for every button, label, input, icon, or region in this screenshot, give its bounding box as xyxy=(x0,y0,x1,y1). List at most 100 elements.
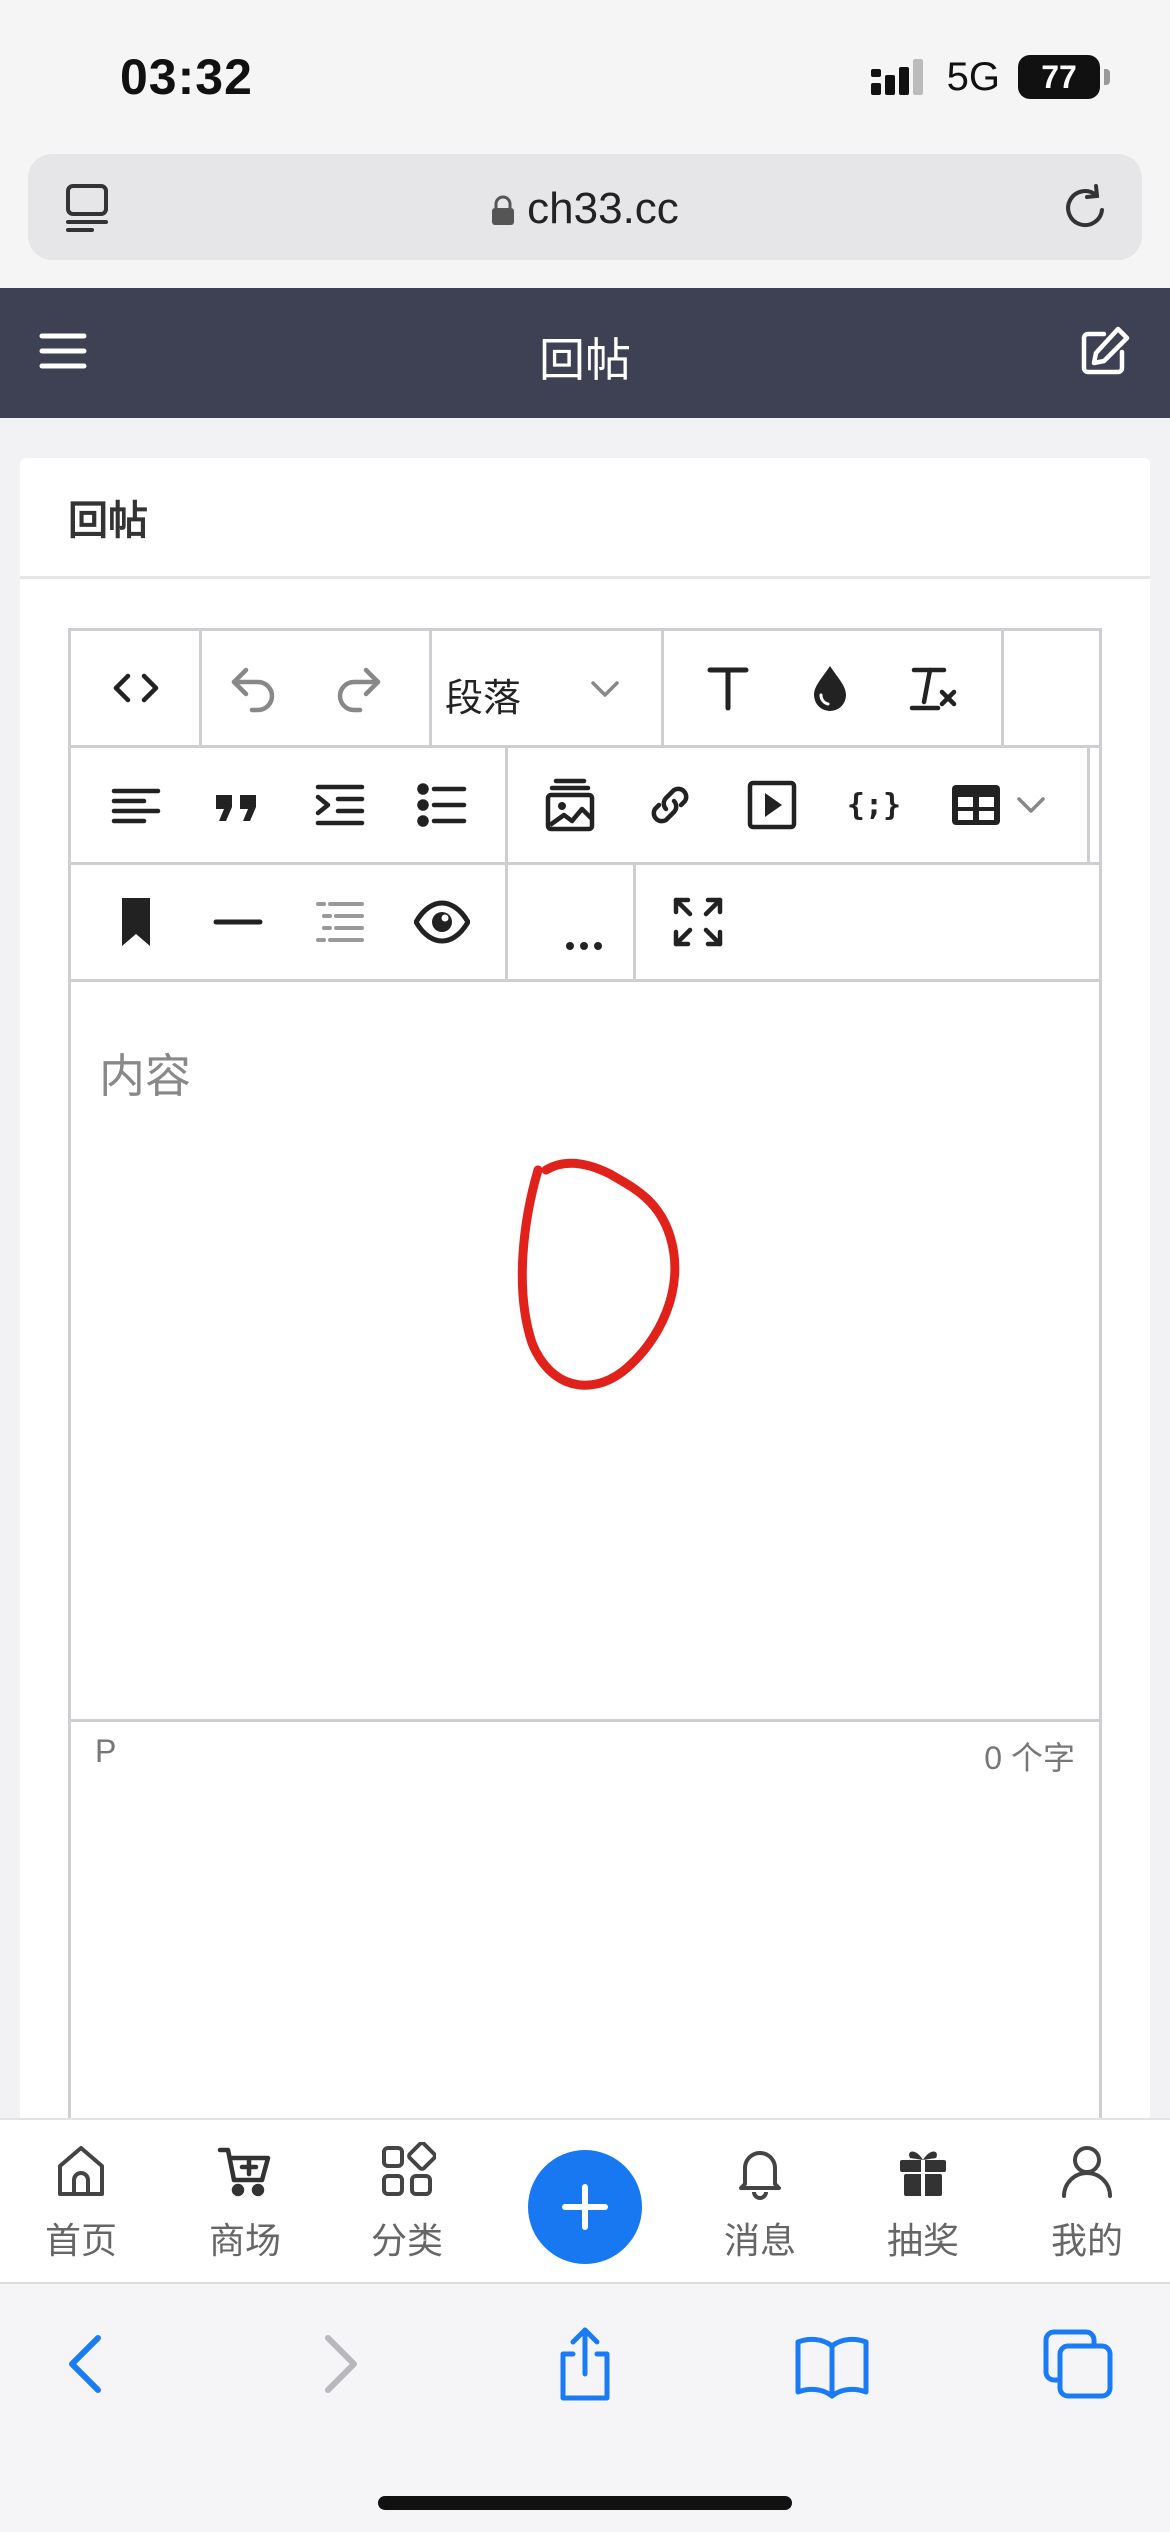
more-button[interactable] xyxy=(553,891,615,953)
insert-code-button[interactable]: {;} xyxy=(843,774,905,836)
redo-button[interactable] xyxy=(327,657,389,719)
category-icon xyxy=(382,2142,436,2196)
block-format-label: 段落 xyxy=(445,678,522,720)
tabs-button[interactable] xyxy=(1038,2324,1118,2404)
back-button[interactable] xyxy=(48,2324,128,2404)
address-bar[interactable]: ch33.cc xyxy=(28,154,1142,260)
code-icon xyxy=(113,673,159,703)
nav-item-mall[interactable]: 商场 xyxy=(180,2142,310,2272)
network-label: 5G xyxy=(946,54,1000,99)
chevron-left-icon xyxy=(69,2335,101,2393)
nav-item-lottery[interactable]: 抽奖 xyxy=(858,2142,988,2272)
clear-format-button[interactable] xyxy=(901,657,963,719)
toolbar-row: {;} xyxy=(71,748,1099,865)
element-path: P xyxy=(95,1733,117,1769)
undo-button[interactable] xyxy=(223,657,285,719)
browser-toolbar xyxy=(0,2282,1170,2532)
table-options-button[interactable] xyxy=(1011,774,1051,836)
editor-content-area[interactable]: 内容 xyxy=(71,982,1099,2072)
redo-icon xyxy=(337,667,381,713)
bookmark-icon xyxy=(122,898,150,946)
toolbar-separator xyxy=(505,748,508,865)
rich-text-editor: 段落 {;} 内容 P 0 个字 xyxy=(68,628,1102,2128)
share-icon xyxy=(560,2327,610,2401)
indent-icon xyxy=(315,784,365,826)
nav-item-home[interactable]: 首页 xyxy=(16,2142,146,2272)
status-indicators: 5G 77 xyxy=(870,52,1110,102)
table-icon xyxy=(952,785,1000,825)
browser-address-area: ch33.cc xyxy=(0,150,1170,288)
toolbar-row: 段落 xyxy=(71,631,1099,748)
align-left-icon xyxy=(111,788,161,824)
font-icon xyxy=(707,667,749,711)
horizontal-line-icon xyxy=(213,919,263,925)
insert-link-button[interactable] xyxy=(639,774,701,836)
nav-label: 消息 xyxy=(723,2220,796,2261)
bell-icon xyxy=(739,2151,781,2200)
nav-label: 我的 xyxy=(1050,2220,1123,2261)
card-title: 回帖 xyxy=(68,499,148,543)
eye-icon xyxy=(414,900,470,944)
preview-button[interactable] xyxy=(411,891,473,953)
tabs-icon xyxy=(1043,2329,1113,2399)
horizontal-rule-button[interactable] xyxy=(207,891,269,953)
battery-indicator: 77 xyxy=(1018,55,1110,99)
bookmarks-button[interactable] xyxy=(792,2324,872,2404)
url-text: ch33.cc xyxy=(527,184,679,233)
word-count: 0 个字 xyxy=(984,1740,1075,1776)
nav-label: 商场 xyxy=(208,2220,281,2261)
code-block-icon: {;} xyxy=(847,788,901,823)
signal-icon xyxy=(870,59,923,95)
home-icon xyxy=(58,2146,104,2196)
block-format-select[interactable]: 段落 xyxy=(441,655,621,721)
nav-label: 首页 xyxy=(44,2220,117,2261)
chevron-down-icon xyxy=(591,681,619,697)
edit-icon[interactable] xyxy=(1078,324,1132,378)
insert-table-button[interactable] xyxy=(945,774,1007,836)
content-placeholder: 内容 xyxy=(99,1050,191,1102)
nav-item-profile[interactable]: 我的 xyxy=(1022,2142,1152,2272)
toolbar-separator xyxy=(633,865,636,982)
forward-button[interactable] xyxy=(298,2324,378,2404)
indent-button[interactable] xyxy=(309,774,371,836)
text-style-button[interactable] xyxy=(697,657,759,719)
toolbar-row xyxy=(71,865,1099,982)
chevron-right-icon xyxy=(325,2335,357,2393)
editor-statusbar-divider xyxy=(71,1719,1099,1722)
fullscreen-icon xyxy=(673,897,723,947)
clear-format-icon xyxy=(909,667,957,711)
home-indicator xyxy=(378,2496,792,2510)
bookmark-button[interactable] xyxy=(105,891,167,953)
app-header: 回帖 xyxy=(0,288,1170,418)
nav-item-messages[interactable]: 消息 xyxy=(695,2142,825,2272)
lock-icon xyxy=(492,195,515,225)
bullet-list-button[interactable] xyxy=(411,774,473,836)
toolbar-separator xyxy=(1087,748,1090,865)
image-icon xyxy=(545,778,595,832)
divider xyxy=(20,576,1150,579)
color-drop-icon xyxy=(814,666,846,711)
blockquote-button[interactable] xyxy=(207,774,269,836)
bottom-navigation: 首页 商场 分类 消息 抽奖 我的 xyxy=(0,2118,1170,2282)
align-button[interactable] xyxy=(105,774,167,836)
reload-icon[interactable] xyxy=(1060,182,1112,234)
toc-icon xyxy=(316,902,364,942)
nav-item-category[interactable]: 分类 xyxy=(342,2142,472,2272)
share-button[interactable] xyxy=(545,2324,625,2404)
create-post-button[interactable] xyxy=(528,2150,642,2264)
undo-icon xyxy=(231,667,275,713)
code-view-button[interactable] xyxy=(105,657,167,719)
book-icon xyxy=(795,2336,869,2399)
table-of-contents-button[interactable] xyxy=(309,891,371,953)
nav-label: 分类 xyxy=(370,2220,443,2261)
toolbar-separator xyxy=(505,865,508,982)
url-display[interactable]: ch33.cc xyxy=(28,184,1142,234)
text-color-button[interactable] xyxy=(799,657,861,719)
insert-image-button[interactable] xyxy=(539,774,601,836)
status-bar: 03:32 5G 77 xyxy=(0,0,1170,150)
cart-icon xyxy=(217,2147,271,2197)
video-icon xyxy=(747,780,797,830)
insert-video-button[interactable] xyxy=(741,774,803,836)
toolbar-separator xyxy=(661,631,664,748)
fullscreen-button[interactable] xyxy=(667,891,729,953)
